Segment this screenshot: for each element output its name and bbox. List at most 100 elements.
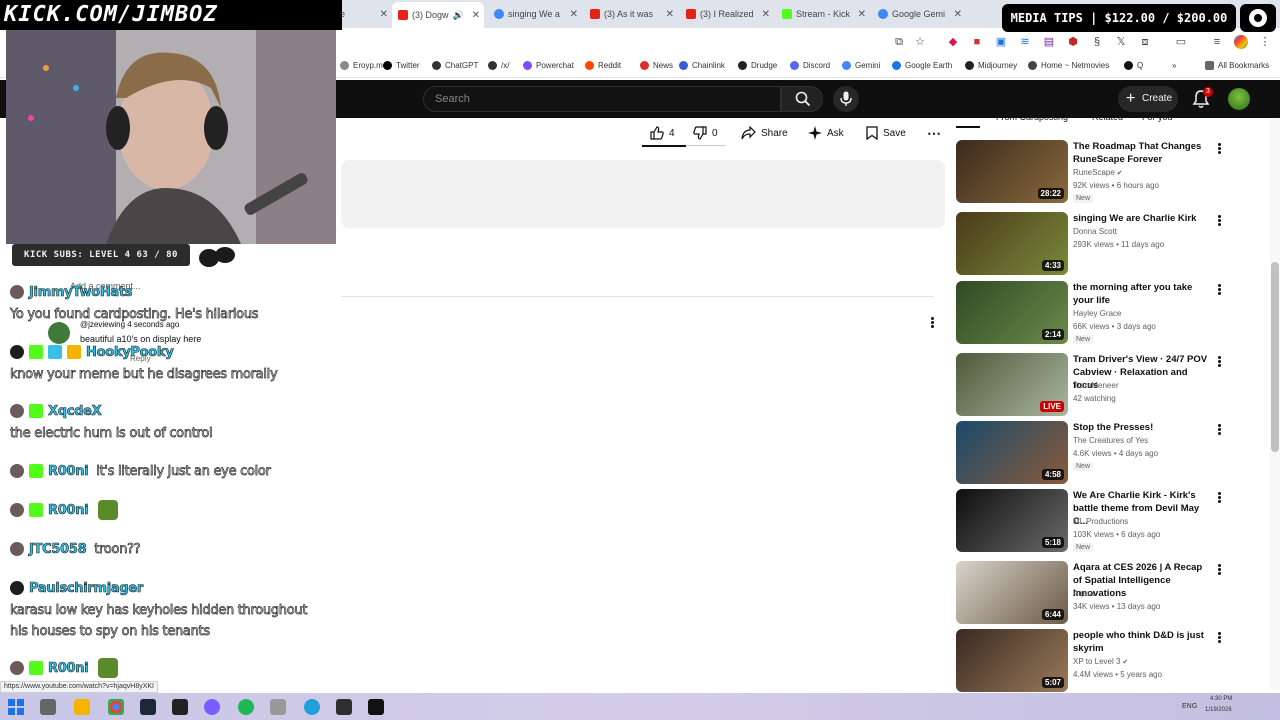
bookmark-item[interactable]: Home ~ Netmovies (1028, 61, 1109, 70)
more-actions-button[interactable]: ⋯ (927, 123, 941, 143)
x-extension-icon[interactable]: 𝕏 (1114, 35, 1128, 49)
chip-for-you[interactable]: For you (1142, 112, 1173, 122)
video-thumbnail[interactable]: 6:44 (956, 561, 1068, 624)
clock-date[interactable]: 1/19/2026 (1205, 707, 1232, 713)
app-icon[interactable] (270, 699, 286, 715)
bookmark-item[interactable]: Discord (790, 61, 830, 70)
bookmark-item[interactable]: Midjourney (965, 61, 1017, 70)
extension-icon[interactable]: ▤ (1042, 35, 1056, 49)
more-vert-icon[interactable] (1215, 631, 1223, 645)
extension-icon[interactable]: ■ (970, 35, 984, 49)
bookmark-item[interactable]: Twitter (383, 61, 420, 70)
video-thumbnail[interactable]: LIVE (956, 353, 1068, 416)
search-input[interactable]: Search (423, 86, 781, 112)
bookmark-item[interactable]: Powerchat (523, 61, 574, 70)
app-icon[interactable] (204, 699, 220, 715)
video-thumbnail[interactable]: 4:33 (956, 212, 1068, 275)
speaker-icon[interactable]: 🔊 (453, 10, 464, 21)
video-title[interactable]: singing We are Charlie Kirk (1073, 212, 1211, 225)
obs-icon[interactable] (336, 699, 352, 715)
clock-time[interactable]: 4:30 PM (1210, 696, 1232, 702)
more-vert-icon[interactable]: ⋮ (1258, 35, 1272, 49)
recommended-video[interactable]: LIVE Tram Driver's View · 24/7 POV Cabvie… (956, 353, 1226, 418)
create-button[interactable]: + Create (1118, 86, 1178, 112)
channel-name[interactable]: The Creatures of Yes (1073, 436, 1148, 445)
chip-related[interactable]: Related (1092, 112, 1123, 122)
close-icon[interactable]: ✕ (858, 9, 866, 20)
channel-name[interactable]: Hayley Grace (1073, 309, 1121, 318)
video-thumbnail[interactable]: 28:22 (956, 140, 1068, 203)
channel-name[interactable]: RuneScape ✔ (1073, 168, 1123, 177)
chrome-icon[interactable] (108, 699, 124, 715)
video-thumbnail[interactable]: 5:07 (956, 629, 1068, 692)
steam-icon[interactable] (140, 699, 156, 715)
cast-icon[interactable]: ⧉ (892, 35, 906, 49)
file-explorer-icon[interactable] (74, 699, 90, 715)
search-button[interactable] (781, 86, 823, 112)
profile-icon[interactable] (1234, 35, 1248, 49)
close-icon[interactable]: ✕ (570, 9, 578, 20)
extension-icon[interactable]: ▣ (994, 35, 1008, 49)
commenter-avatar[interactable] (48, 322, 70, 344)
bookmark-item[interactable]: /x/ (488, 61, 509, 70)
browser-tab-active[interactable]: (3) Dogw 🔊 ✕ (392, 2, 484, 28)
recommended-video[interactable]: 5:07 people who think D&D is just skyrim X… (956, 629, 1226, 694)
video-title[interactable]: the morning after you take your life (1073, 281, 1211, 307)
terminal-icon[interactable] (172, 699, 188, 715)
close-icon[interactable]: ✕ (954, 9, 962, 20)
account-avatar[interactable] (1228, 88, 1250, 110)
bookmark-item[interactable]: Q (1124, 61, 1143, 70)
recommended-video[interactable]: 2:14 the morning after you take your life… (956, 281, 1226, 346)
puzzle-icon[interactable]: ⧈ (1138, 35, 1152, 49)
bookmark-star-icon[interactable]: ☆ (913, 35, 927, 49)
like-button[interactable]: 4 (650, 123, 675, 143)
more-vert-icon[interactable] (1215, 214, 1223, 228)
voice-search-button[interactable] (833, 86, 859, 112)
close-icon[interactable]: ✕ (666, 9, 674, 20)
extension-icon[interactable]: ≋ (1018, 35, 1032, 49)
save-button[interactable]: Save (866, 123, 906, 143)
close-icon[interactable]: ✕ (380, 9, 388, 20)
bookmark-item[interactable]: Google Earth (892, 61, 952, 70)
capcut-icon[interactable] (368, 699, 384, 715)
recommended-video[interactable]: 5:18 We Are Charlie Kirk - Kirk's battle … (956, 489, 1226, 554)
video-thumbnail[interactable]: 2:14 (956, 281, 1068, 344)
recommended-video[interactable]: 4:58 Stop the Presses! The Creatures of Ye… (956, 421, 1226, 486)
browser-tab[interactable]: (3) I Realized ✕ (682, 3, 774, 25)
language-indicator[interactable]: ENG (1182, 703, 1197, 710)
close-icon[interactable]: ✕ (762, 9, 770, 20)
close-icon[interactable]: ✕ (472, 10, 480, 21)
bookmark-item[interactable]: Reddit (585, 61, 621, 70)
channel-name[interactable]: ML Productions (1073, 517, 1128, 526)
channel-name[interactable]: TramMeneer (1073, 381, 1119, 390)
share-button[interactable]: Share (741, 123, 788, 143)
all-bookmarks-button[interactable]: All Bookmarks (1205, 61, 1269, 70)
browser-tab[interactable]: (3) As it was ✕ (586, 3, 678, 25)
chip-from-channel[interactable]: From Cardposting (996, 112, 1068, 122)
scrollbar-thumb[interactable] (1271, 262, 1279, 452)
telegram-icon[interactable] (304, 699, 320, 715)
description-box[interactable] (341, 160, 945, 228)
browser-tab[interactable]: Stream - Kick ✕ (778, 3, 870, 25)
sidebar-icon[interactable]: ▭ (1174, 35, 1188, 49)
menu-icon[interactable]: ≡ (1210, 35, 1224, 49)
video-title[interactable]: Stop the Presses! (1073, 421, 1211, 434)
recommended-video[interactable]: 6:44 Aqara at CES 2026 | A Recap of Spati… (956, 561, 1226, 626)
video-thumbnail[interactable]: 4:58 (956, 421, 1068, 484)
task-view-icon[interactable] (40, 699, 56, 715)
bookmark-item[interactable]: Gemini (842, 61, 880, 70)
extension-icon[interactable]: ⬢ (1066, 35, 1080, 49)
browser-tab[interactable]: singing We a ✕ (490, 3, 582, 25)
bookmark-item[interactable]: Chainlink (679, 61, 725, 70)
more-vert-icon[interactable] (1215, 423, 1223, 437)
more-vert-icon[interactable] (1215, 491, 1223, 505)
more-vert-icon[interactable] (1215, 563, 1223, 577)
channel-name[interactable]: Donna Scott (1073, 227, 1117, 236)
comment-menu-button[interactable] (926, 316, 938, 332)
start-menu-icon[interactable] (8, 699, 24, 715)
browser-tab[interactable]: Google Gemi ✕ (874, 3, 966, 25)
extension-icon[interactable]: § (1090, 35, 1104, 49)
bookmarks-overflow-icon[interactable]: » (1172, 61, 1176, 70)
channel-name[interactable]: XP to Level 3 ✔ (1073, 657, 1128, 666)
dislike-button[interactable]: 0 (693, 123, 718, 143)
